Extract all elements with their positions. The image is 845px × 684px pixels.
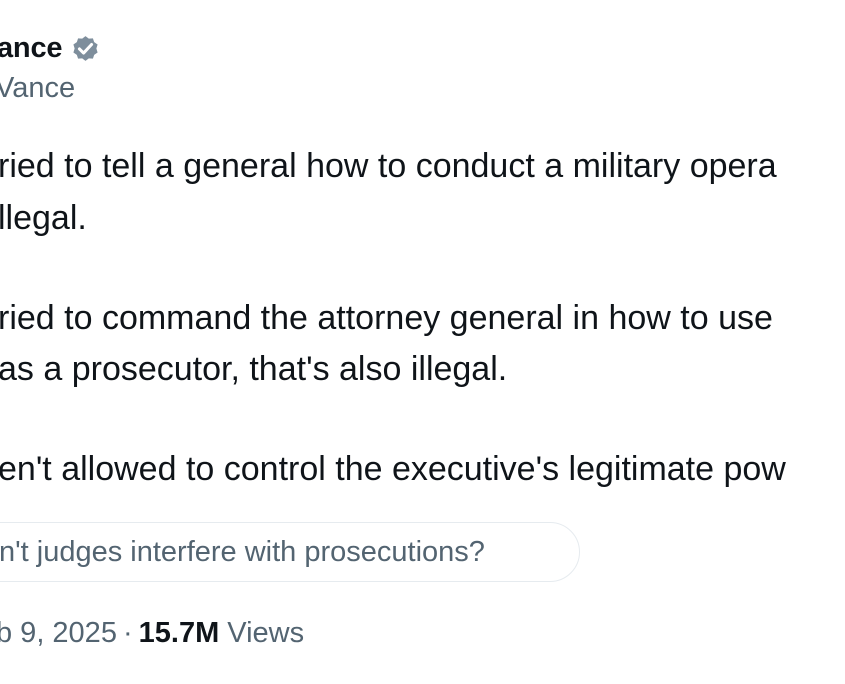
related-question-label: n't judges interfere with prosecutions? (0, 536, 485, 568)
tweet-detail: ance Vance ried to tell a general how to… (0, 0, 845, 684)
tweet-body: ried to tell a general how to conduct a … (0, 0, 845, 500)
tweet-line: llegal. (0, 199, 87, 237)
views-label: Views (227, 617, 305, 649)
tweet-line: ried to tell a general how to conduct a … (0, 147, 777, 185)
post-date[interactable]: b 9, 2025 (0, 617, 117, 649)
meta-separator: · (122, 617, 133, 649)
tweet-meta: b 9, 2025 · 15.7M Views (0, 617, 304, 650)
tweet-line: as a prosecutor, that's also illegal. (0, 350, 508, 388)
related-question-button[interactable]: n't judges interfere with prosecutions? (0, 522, 580, 582)
tweet-line: en't allowed to control the executive's … (0, 450, 786, 488)
views-count: 15.7M (138, 617, 220, 649)
tweet-line: ried to command the attorney general in … (0, 299, 773, 337)
